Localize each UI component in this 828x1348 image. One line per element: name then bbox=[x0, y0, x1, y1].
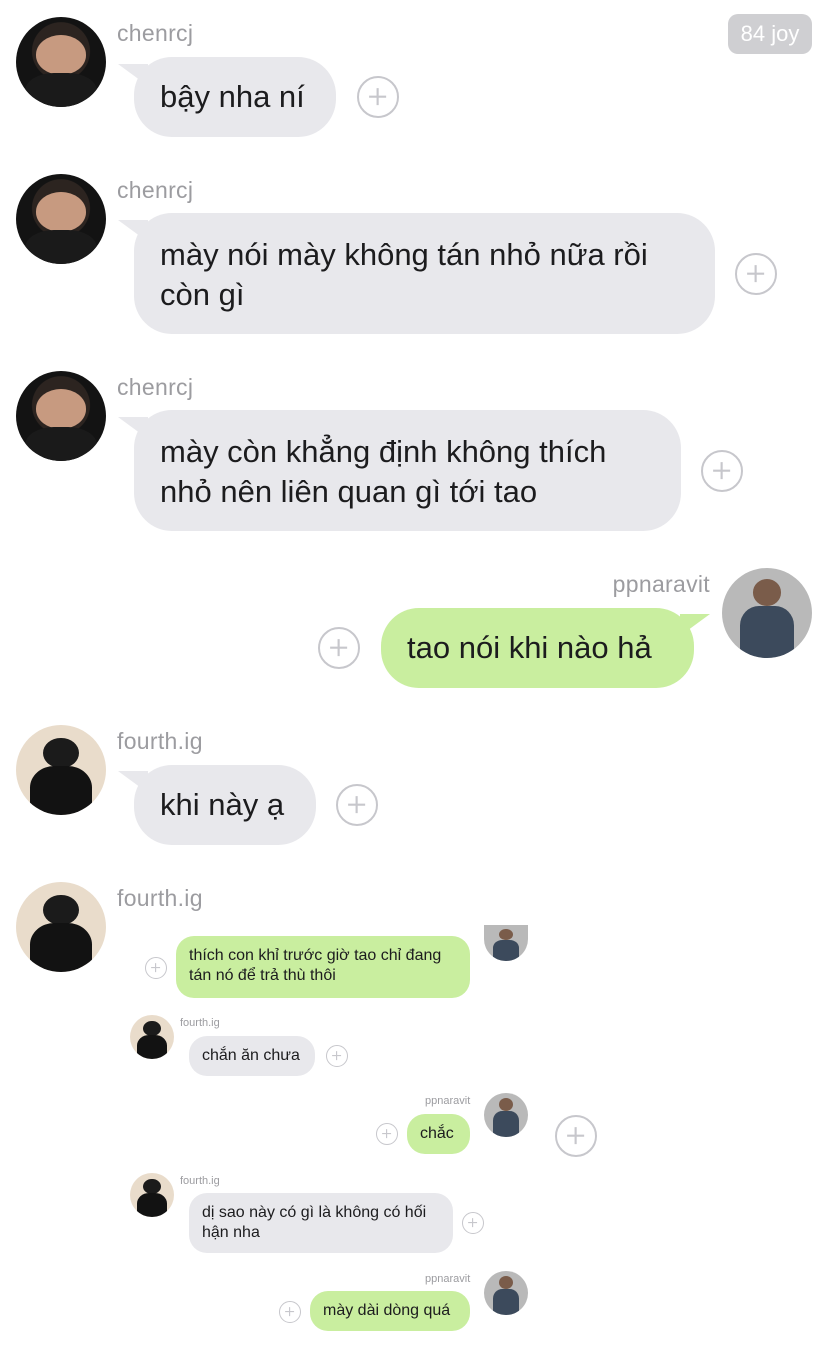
reaction-count-badge[interactable]: 84 joy bbox=[728, 14, 812, 54]
plus-circle-icon bbox=[468, 1218, 478, 1228]
message-text-line: còn gì bbox=[160, 277, 245, 312]
avatar-fourth-ig[interactable] bbox=[16, 725, 106, 815]
add-reaction-button bbox=[279, 1301, 301, 1323]
message-text: chắn ăn chưa bbox=[202, 1047, 300, 1064]
plus-circle-icon bbox=[369, 88, 387, 106]
add-reaction-button[interactable] bbox=[735, 253, 777, 295]
plus-circle-icon bbox=[382, 1129, 392, 1139]
message-text-line: hận nha bbox=[202, 1224, 260, 1241]
message-text-line: nhỏ nên liên quan gì tới tao bbox=[160, 474, 538, 509]
username-label: ppnaravit bbox=[425, 1273, 471, 1285]
plus-circle-icon bbox=[348, 796, 366, 814]
message-bubble: dị sao này có gì là không có hối hận nha bbox=[189, 1193, 453, 1253]
username-label: ppnaravit bbox=[425, 1095, 471, 1107]
username-label: fourth.ig bbox=[117, 885, 203, 911]
message-bubble: chắn ăn chưa bbox=[189, 1036, 315, 1076]
message-bubble[interactable]: bậy nha ní bbox=[134, 57, 336, 137]
avatar-ppnaravit bbox=[484, 1271, 528, 1315]
message-text-line: dị sao này có gì là không có hối bbox=[202, 1204, 427, 1221]
username-label: chenrcj bbox=[117, 374, 194, 400]
username-label: fourth.ig bbox=[180, 1175, 220, 1187]
message-text-line: mày còn khẳng định không thích bbox=[160, 434, 607, 469]
image-message[interactable]: thích con khỉ trước giờ tao chỉ đang tán… bbox=[128, 925, 608, 1345]
avatar-chenrcj[interactable] bbox=[16, 371, 106, 461]
message-bubble[interactable]: mày còn khẳng định không thích nhỏ nên l… bbox=[134, 410, 681, 531]
avatar-fourth-ig bbox=[130, 1015, 174, 1059]
message-text-line: thích con khỉ trước giờ tao chỉ đang bbox=[189, 947, 442, 964]
avatar-ppnaravit[interactable] bbox=[722, 568, 812, 658]
message-bubble[interactable]: khi này ạ bbox=[134, 765, 316, 845]
add-reaction-button[interactable] bbox=[701, 450, 743, 492]
add-reaction-button bbox=[326, 1045, 348, 1067]
avatar-chenrcj[interactable] bbox=[16, 17, 106, 107]
add-reaction-button[interactable] bbox=[336, 784, 378, 826]
avatar-fourth-ig bbox=[130, 1173, 174, 1217]
plus-circle-icon bbox=[713, 462, 731, 480]
plus-circle-icon bbox=[285, 1307, 295, 1317]
message-text-line: tán nó để trả thù thôi bbox=[189, 967, 336, 984]
username-label: fourth.ig bbox=[117, 728, 203, 754]
plus-circle-icon bbox=[567, 1127, 585, 1145]
plus-circle-icon bbox=[330, 639, 348, 657]
avatar-fourth-ig[interactable] bbox=[16, 882, 106, 972]
message-text: mày dài dòng quá bbox=[323, 1302, 451, 1319]
add-reaction-button bbox=[145, 957, 167, 979]
message-text: tao nói khi nào hả bbox=[407, 630, 652, 665]
avatar-chenrcj[interactable] bbox=[16, 174, 106, 264]
add-reaction-button bbox=[555, 1115, 597, 1157]
message-text-line: mày nói mày không tán nhỏ nữa rồi bbox=[160, 237, 648, 272]
message-bubble[interactable]: mày nói mày không tán nhỏ nữa rồi còn gì bbox=[134, 213, 715, 334]
username-label: chenrcj bbox=[117, 177, 194, 203]
username-label: chenrcj bbox=[117, 20, 194, 46]
username-label: ppnaravit bbox=[612, 571, 710, 597]
add-reaction-button bbox=[462, 1212, 484, 1234]
add-reaction-button bbox=[376, 1123, 398, 1145]
message-bubble: chắc bbox=[407, 1114, 470, 1154]
message-bubble: thích con khỉ trước giờ tao chỉ đang tán… bbox=[176, 936, 470, 998]
avatar-ppnaravit bbox=[484, 925, 528, 961]
add-reaction-button[interactable] bbox=[318, 627, 360, 669]
message-bubble[interactable]: tao nói khi nào hả bbox=[381, 608, 694, 688]
add-reaction-button[interactable] bbox=[357, 76, 399, 118]
message-text: bậy nha ní bbox=[160, 79, 305, 114]
plus-circle-icon bbox=[151, 963, 161, 973]
plus-circle-icon bbox=[747, 265, 765, 283]
plus-circle-icon bbox=[332, 1051, 342, 1061]
message-bubble: mày dài dòng quá bbox=[310, 1291, 470, 1331]
avatar-ppnaravit bbox=[484, 1093, 528, 1137]
message-text: khi này ạ bbox=[160, 787, 285, 822]
username-label: fourth.ig bbox=[180, 1017, 220, 1029]
message-text: chắc bbox=[420, 1125, 454, 1142]
